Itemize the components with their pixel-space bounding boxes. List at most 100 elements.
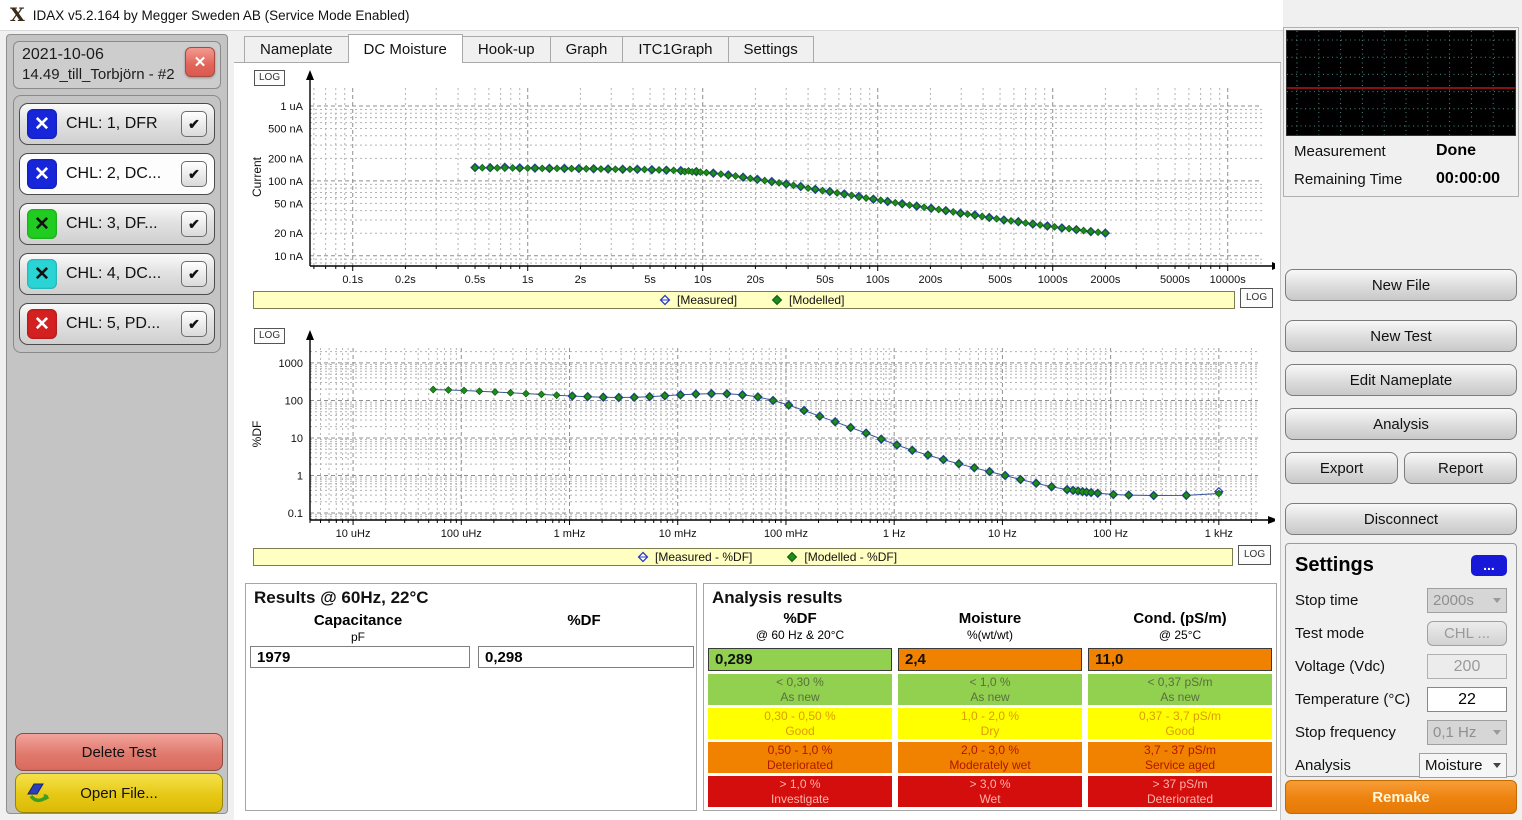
log-scale-button-current[interactable]: LOG xyxy=(254,70,285,86)
open-file-button[interactable]: Open File... xyxy=(15,773,223,813)
svg-text:20s: 20s xyxy=(747,274,765,286)
svg-text:10 mHz: 10 mHz xyxy=(659,528,697,540)
log-scale-button-df-x[interactable]: LOG xyxy=(1238,545,1271,565)
scale-cell: 1,0 - 2,0 %Dry xyxy=(898,708,1082,739)
remake-button[interactable]: Remake xyxy=(1285,780,1517,814)
scale-cell: 0,30 - 0,50 %Good xyxy=(708,708,892,739)
stop-frequency-control: 0,1 Hz xyxy=(1427,720,1507,745)
analysis-column-df: %DF@ 60 Hz & 20°C0,289< 0,30 %As new0,30… xyxy=(708,610,892,807)
new-file-button[interactable]: New File xyxy=(1285,269,1517,301)
file-close-icon[interactable]: ✕ xyxy=(185,47,215,77)
scale-range: > 3,0 % xyxy=(969,777,1010,791)
channel-5-checkbox[interactable]: ✔ xyxy=(181,311,207,337)
setting-label: Voltage (Vdc) xyxy=(1295,658,1385,675)
measured-marker-icon xyxy=(637,551,649,563)
svg-text:50 nA: 50 nA xyxy=(274,198,303,210)
svg-text:100 uHz: 100 uHz xyxy=(441,528,482,540)
new-test-button[interactable]: New Test xyxy=(1285,320,1517,352)
tab-dc-moisture[interactable]: DC Moisture xyxy=(348,34,463,63)
scale-cell: 0,37 - 3,7 pS/mGood xyxy=(1088,708,1272,739)
scale-range: > 1,0 % xyxy=(779,777,820,791)
report-button[interactable]: Report xyxy=(1404,452,1517,484)
tab-graph[interactable]: Graph xyxy=(550,36,624,62)
setting-value: Moisture xyxy=(1425,757,1483,774)
scale-label: Service aged xyxy=(1145,758,1215,772)
remaining-time-value: 00:00:00 xyxy=(1436,170,1500,188)
analysis-column-moisture: Moisture%(wt/wt)2,4< 1,0 %As new1,0 - 2,… xyxy=(898,610,1082,807)
scale-label: Deteriorated xyxy=(1147,792,1213,806)
channel-item-4[interactable]: ✕CHL: 4, DC...✔ xyxy=(19,253,215,295)
scale-cell: < 0,37 pS/mAs new xyxy=(1088,674,1272,705)
setting-label: Test mode xyxy=(1295,625,1364,642)
channel-item-2[interactable]: ✕CHL: 2, DC...✔ xyxy=(19,153,215,195)
channel-4-checkbox[interactable]: ✔ xyxy=(181,261,207,287)
legend-item: [Modelled - %DF] xyxy=(786,550,897,564)
channel-item-3[interactable]: ✕CHL: 3, DF...✔ xyxy=(19,203,215,245)
svg-text:1000: 1000 xyxy=(279,358,303,370)
setting-label: Stop time xyxy=(1295,592,1358,609)
capacitance-value-field[interactable]: 1979 xyxy=(250,646,470,668)
scale-label: Dry xyxy=(981,724,1000,738)
svg-text:500s: 500s xyxy=(988,274,1012,286)
app-logo-icon: X xyxy=(10,6,25,25)
scale-cell: > 3,0 %Wet xyxy=(898,776,1082,807)
svg-text:10 nA: 10 nA xyxy=(274,251,303,263)
channel-item-5[interactable]: ✕CHL: 5, PD...✔ xyxy=(19,303,215,345)
channel-3-checkbox[interactable]: ✔ xyxy=(181,211,207,237)
scale-range: 2,0 - 3,0 % xyxy=(961,743,1019,757)
df-chart-canvas: 10 uHz100 uHz1 mHz10 mHz100 mHz1 Hz10 Hz… xyxy=(245,322,1275,546)
live-signal-scope xyxy=(1286,30,1516,136)
log-scale-button-df[interactable]: LOG xyxy=(254,328,285,344)
analysis-button[interactable]: Analysis xyxy=(1285,408,1517,440)
svg-text:1 Hz: 1 Hz xyxy=(883,528,906,540)
scale-cell: < 0,30 %As new xyxy=(708,674,892,705)
tab-hook-up[interactable]: Hook-up xyxy=(462,36,551,62)
analysis-value-df: 0,289 xyxy=(708,648,892,671)
settings-panel: Settings ... Stop time2000sTest modeCHL … xyxy=(1285,543,1517,777)
svg-text:100 Hz: 100 Hz xyxy=(1093,528,1128,540)
svg-text:200 nA: 200 nA xyxy=(268,153,304,165)
df-value-field[interactable]: 0,298 xyxy=(478,646,694,668)
tab-nameplate[interactable]: Nameplate xyxy=(244,36,349,62)
measured-marker-icon xyxy=(659,294,671,306)
channel-1-checkbox[interactable]: ✔ xyxy=(181,111,207,137)
analysis-control[interactable]: Moisture xyxy=(1419,753,1507,778)
svg-text:20 nA: 20 nA xyxy=(274,228,303,240)
svg-text:Current: Current xyxy=(250,156,264,197)
legend-item: [Measured] xyxy=(659,293,737,307)
chevron-down-icon xyxy=(1493,598,1501,603)
modelled-marker-icon xyxy=(786,551,798,563)
scale-label: As new xyxy=(1160,690,1199,704)
scale-label: Deteriorated xyxy=(767,758,833,772)
delete-test-button[interactable]: Delete Test xyxy=(15,733,223,771)
test-mode-control: CHL ... xyxy=(1427,621,1507,646)
capacitance-label: Capacitance xyxy=(248,612,468,629)
svg-text:%DF: %DF xyxy=(250,421,264,448)
setting-row-test-mode: Test mode CHL ... xyxy=(1295,621,1507,646)
disconnect-button[interactable]: Disconnect xyxy=(1285,503,1517,535)
edit-nameplate-button[interactable]: Edit Nameplate xyxy=(1285,364,1517,396)
channel-item-1[interactable]: ✕CHL: 1, DFR✔ xyxy=(19,103,215,145)
svg-text:0.5s: 0.5s xyxy=(465,274,486,286)
analysis-groupbox: Analysis results %DF@ 60 Hz & 20°C0,289<… xyxy=(703,583,1277,811)
export-button[interactable]: Export xyxy=(1285,452,1398,484)
temperature-c-control[interactable] xyxy=(1427,687,1507,712)
legend-label: [Measured - %DF] xyxy=(655,550,752,564)
sidebar: 2021-10-06 14.49_till_Torbjörn - #2 ✕ ✕C… xyxy=(6,34,228,814)
settings-more-button[interactable]: ... xyxy=(1471,555,1507,576)
log-scale-button-current-x[interactable]: LOG xyxy=(1240,288,1273,308)
tab-settings[interactable]: Settings xyxy=(728,36,814,62)
svg-text:500 nA: 500 nA xyxy=(268,124,304,136)
svg-text:1 uA: 1 uA xyxy=(280,101,303,113)
channel-2-checkbox[interactable]: ✔ xyxy=(181,161,207,187)
results-title: Results @ 60Hz, 22°C xyxy=(254,588,429,608)
df-label: %DF xyxy=(474,612,694,629)
svg-text:1 kHz: 1 kHz xyxy=(1205,528,1233,540)
chevron-down-icon xyxy=(1493,763,1501,768)
scale-range: < 0,30 % xyxy=(776,675,824,689)
scale-label: As new xyxy=(780,690,819,704)
tab-itc1graph[interactable]: ITC1Graph xyxy=(622,36,728,62)
measurement-label: Measurement xyxy=(1294,143,1386,160)
column-subheader: %(wt/wt) xyxy=(898,628,1082,642)
open-file-icon xyxy=(26,781,52,805)
